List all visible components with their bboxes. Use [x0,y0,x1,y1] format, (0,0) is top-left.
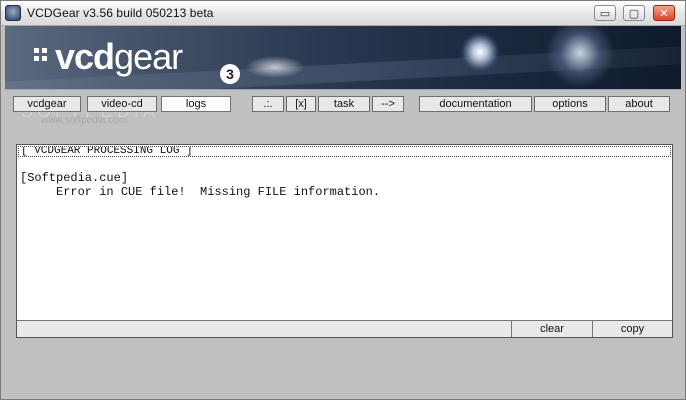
about-button[interactable]: about [608,96,670,112]
title-bar[interactable]: VCDGear v3.56 build 050213 beta ▭ ▢ ✕ [1,1,685,26]
log-line: Error in CUE file! Missing FILE informat… [20,185,381,199]
app-logo: vcdgear [55,36,183,78]
log-text[interactable]: [Softpedia.cue] Error in CUE file! Missi… [20,171,380,199]
log-line: [Softpedia.cue] [20,171,129,185]
decorative-orb-large [545,26,615,88]
vcdgear-app-icon[interactable] [5,5,21,21]
copy-button[interactable]: copy [593,321,672,337]
processing-log-panel: [ VCDGEAR PROCESSING LOG ] [Softpedia.cu… [16,144,673,338]
banner: vcdgear 3 [5,26,681,90]
decorative-orb [460,32,500,72]
tab-video-cd[interactable]: video-cd [87,96,157,112]
log-header: [ VCDGEAR PROCESSING LOG ] [18,146,671,157]
tool-task-button[interactable]: task [318,96,370,112]
maximize-icon: ▢ [628,6,640,20]
documentation-button[interactable]: documentation [419,96,532,112]
watermark: www.softpedia.com [41,115,128,126]
decorative-bubbles [245,56,305,78]
logo-version-badge: 3 [220,64,240,84]
tab-vcdgear[interactable]: vcdgear [13,96,81,112]
close-button[interactable]: ✕ [653,5,675,21]
main-window: VCDGear v3.56 build 050213 beta ▭ ▢ ✕ vc… [0,0,686,400]
tool-dots-button[interactable]: .:. [252,96,284,112]
logo-thin: gear [114,36,183,77]
log-status-field [17,321,512,337]
minimize-button[interactable]: ▭ [594,5,616,21]
logo-bold: vcd [55,36,115,77]
window-title: VCDGear v3.56 build 050213 beta [27,6,214,20]
minimize-icon: ▭ [599,6,611,20]
options-button[interactable]: options [534,96,606,112]
clear-button[interactable]: clear [512,321,593,337]
close-icon: ✕ [659,6,669,20]
log-footer: clear copy [17,320,672,337]
maximize-button[interactable]: ▢ [623,5,645,21]
tool-cancel-button[interactable]: [x] [286,96,316,112]
tool-next-button[interactable]: --> [372,96,404,112]
banner-divider [5,89,681,90]
grid-dots-icon [34,48,48,62]
tab-logs[interactable]: logs [161,96,231,112]
